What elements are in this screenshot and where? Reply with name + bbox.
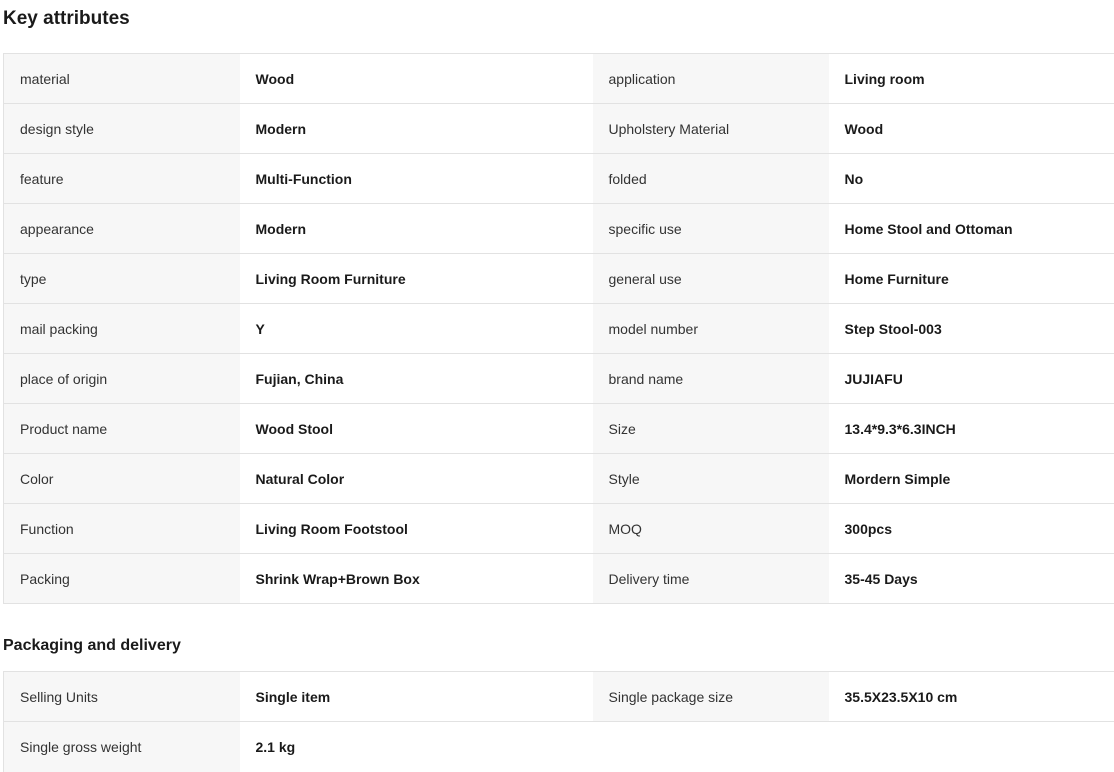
- attribute-label: feature: [4, 154, 240, 204]
- attribute-label: Single package size: [593, 672, 829, 722]
- attribute-value: Step Stool-003: [829, 304, 1114, 354]
- attribute-value: Multi-Function: [240, 154, 593, 204]
- attribute-value: 13.4*9.3*6.3INCH: [829, 404, 1114, 454]
- attribute-value: Wood: [240, 54, 593, 104]
- attribute-value: 35-45 Days: [829, 554, 1114, 604]
- table-row: place of origin Fujian, China brand name…: [4, 354, 1114, 404]
- packaging-delivery-title: Packaging and delivery: [3, 636, 181, 656]
- table-row: Function Living Room Footstool MOQ 300pc…: [4, 504, 1114, 554]
- attribute-value: Single item: [240, 672, 593, 722]
- attribute-value: Living Room Furniture: [240, 254, 593, 304]
- attribute-value: Wood: [829, 104, 1114, 154]
- attribute-label: mail packing: [4, 304, 240, 354]
- attribute-value: Fujian, China: [240, 354, 593, 404]
- empty-cell: [829, 722, 1114, 772]
- attribute-label: Function: [4, 504, 240, 554]
- attribute-value: Mordern Simple: [829, 454, 1114, 504]
- attribute-value: 2.1 kg: [240, 722, 593, 772]
- key-attributes-table: material Wood application Living room de…: [3, 53, 1114, 604]
- attribute-value: Modern: [240, 104, 593, 154]
- attribute-value: Living Room Footstool: [240, 504, 593, 554]
- attribute-value: Natural Color: [240, 454, 593, 504]
- empty-cell: [593, 722, 829, 772]
- table-row: feature Multi-Function folded No: [4, 154, 1114, 204]
- table-row: appearance Modern specific use Home Stoo…: [4, 204, 1114, 254]
- table-row: type Living Room Furniture general use H…: [4, 254, 1114, 304]
- attribute-label: model number: [593, 304, 829, 354]
- attribute-label: material: [4, 54, 240, 104]
- attribute-label: Upholstery Material: [593, 104, 829, 154]
- table-row: Packing Shrink Wrap+Brown Box Delivery t…: [4, 554, 1114, 604]
- attribute-value: Y: [240, 304, 593, 354]
- attribute-label: brand name: [593, 354, 829, 404]
- packaging-delivery-table: Selling Units Single item Single package…: [3, 671, 1114, 772]
- key-attributes-title: Key attributes: [3, 7, 130, 31]
- attribute-label: Packing: [4, 554, 240, 604]
- attribute-label: Delivery time: [593, 554, 829, 604]
- table-row: material Wood application Living room: [4, 54, 1114, 104]
- attribute-value: Home Stool and Ottoman: [829, 204, 1114, 254]
- attribute-label: type: [4, 254, 240, 304]
- attribute-value: Living room: [829, 54, 1114, 104]
- attribute-label: Style: [593, 454, 829, 504]
- attribute-label: Color: [4, 454, 240, 504]
- table-row: Single gross weight 2.1 kg: [4, 722, 1114, 772]
- attribute-value: 35.5X23.5X10 cm: [829, 672, 1114, 722]
- attribute-value: JUJIAFU: [829, 354, 1114, 404]
- attribute-value: Modern: [240, 204, 593, 254]
- attribute-value: No: [829, 154, 1114, 204]
- table-row: Product name Wood Stool Size 13.4*9.3*6.…: [4, 404, 1114, 454]
- attribute-label: folded: [593, 154, 829, 204]
- attribute-label: Single gross weight: [4, 722, 240, 772]
- table-row: design style Modern Upholstery Material …: [4, 104, 1114, 154]
- attribute-value: Home Furniture: [829, 254, 1114, 304]
- attribute-value: Wood Stool: [240, 404, 593, 454]
- attribute-label: general use: [593, 254, 829, 304]
- attribute-label: MOQ: [593, 504, 829, 554]
- attribute-label: specific use: [593, 204, 829, 254]
- attribute-value: 300pcs: [829, 504, 1114, 554]
- attribute-value: Shrink Wrap+Brown Box: [240, 554, 593, 604]
- attribute-label: Selling Units: [4, 672, 240, 722]
- attribute-label: Size: [593, 404, 829, 454]
- attribute-label: application: [593, 54, 829, 104]
- attribute-label: design style: [4, 104, 240, 154]
- attribute-label: appearance: [4, 204, 240, 254]
- table-row: Color Natural Color Style Mordern Simple: [4, 454, 1114, 504]
- attribute-label: Product name: [4, 404, 240, 454]
- attribute-label: place of origin: [4, 354, 240, 404]
- table-row: Selling Units Single item Single package…: [4, 672, 1114, 722]
- table-row: mail packing Y model number Step Stool-0…: [4, 304, 1114, 354]
